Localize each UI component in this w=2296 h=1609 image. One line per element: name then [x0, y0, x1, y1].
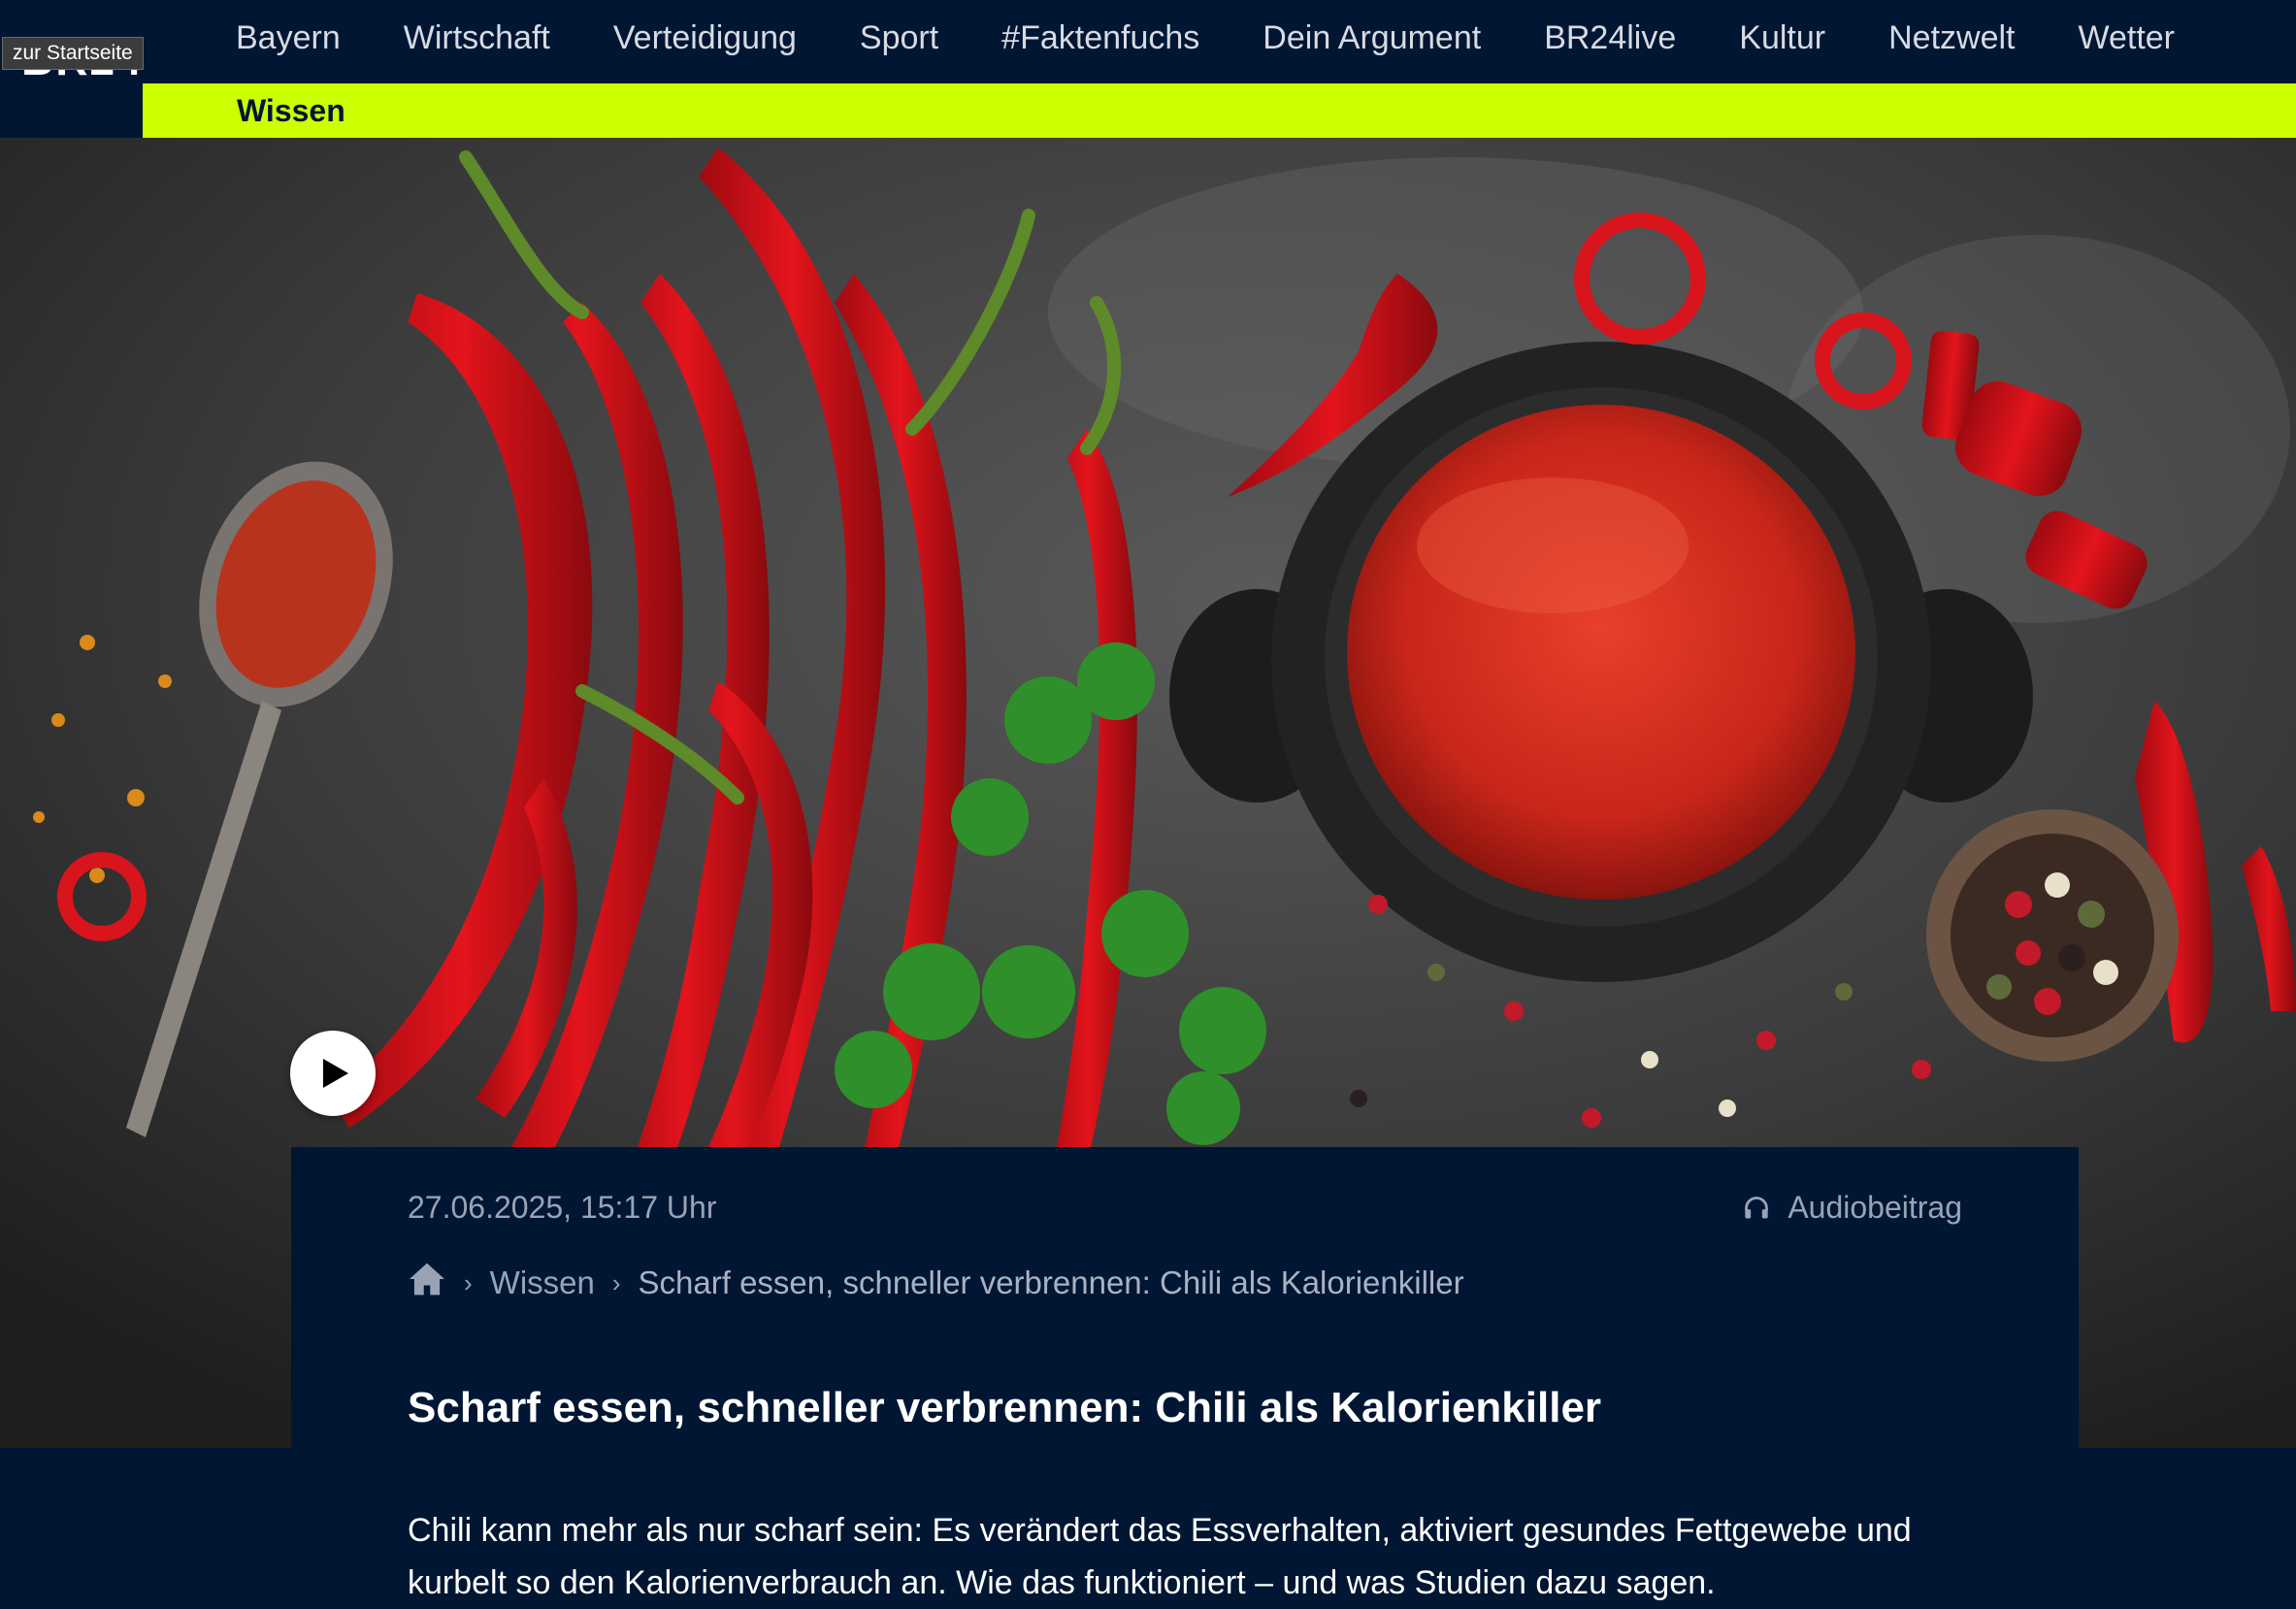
nav-item-kultur[interactable]: Kultur — [1739, 19, 1825, 57]
article-card: 27.06.2025, 15:17 Uhr Audiobeitrag › Wis… — [291, 1147, 2079, 1607]
nav-item-br24live[interactable]: BR24live — [1544, 19, 1676, 57]
nav-item-faktenfuchs[interactable]: #Faktenfuchs — [1001, 19, 1199, 57]
nav-item-verteidigung[interactable]: Verteidigung — [613, 19, 797, 57]
nav-item-wirtschaft[interactable]: Wirtschaft — [404, 19, 550, 57]
nav-item-wetter[interactable]: Wetter — [2078, 19, 2175, 57]
nav-item-netzwelt[interactable]: Netzwelt — [1888, 19, 2015, 57]
article-headline: Scharf essen, schneller verbrennen: Chil… — [408, 1384, 1602, 1431]
play-icon — [323, 1059, 348, 1088]
play-button[interactable] — [290, 1031, 376, 1116]
nav-item-dein-argument[interactable]: Dein Argument — [1263, 19, 1481, 57]
breadcrumb: › Wissen › Scharf essen, schneller verbr… — [408, 1262, 1464, 1304]
article-date: 27.06.2025, 15:17 Uhr — [408, 1190, 717, 1225]
nav-item-bayern[interactable]: Bayern — [236, 19, 341, 57]
chevron-right-icon: › — [464, 1267, 473, 1297]
top-navigation: BR24 zur Startseite Bayern Wirtschaft Ve… — [0, 0, 2296, 138]
home-icon — [410, 1263, 444, 1296]
audio-link[interactable]: Audiobeitrag — [1743, 1190, 1962, 1226]
audio-label: Audiobeitrag — [1788, 1190, 1962, 1225]
sub-navigation: Wissen — [143, 83, 2296, 138]
headphones-icon — [1745, 1196, 1769, 1218]
breadcrumb-current: Scharf essen, schneller verbrennen: Chil… — [638, 1264, 1464, 1300]
skip-to-home-link[interactable]: zur Startseite — [2, 37, 144, 70]
nav-item-sport[interactable]: Sport — [860, 19, 938, 57]
subnav-item-wissen[interactable]: Wissen — [237, 93, 345, 129]
breadcrumb-section[interactable]: Wissen — [490, 1264, 595, 1301]
article-teaser: Chili kann mehr als nur scharf sein: Es … — [408, 1512, 1912, 1601]
chevron-right-icon: › — [611, 1267, 621, 1297]
breadcrumb-home[interactable] — [408, 1262, 446, 1304]
main-nav: Bayern Wirtschaft Verteidigung Sport #Fa… — [236, 0, 2238, 76]
